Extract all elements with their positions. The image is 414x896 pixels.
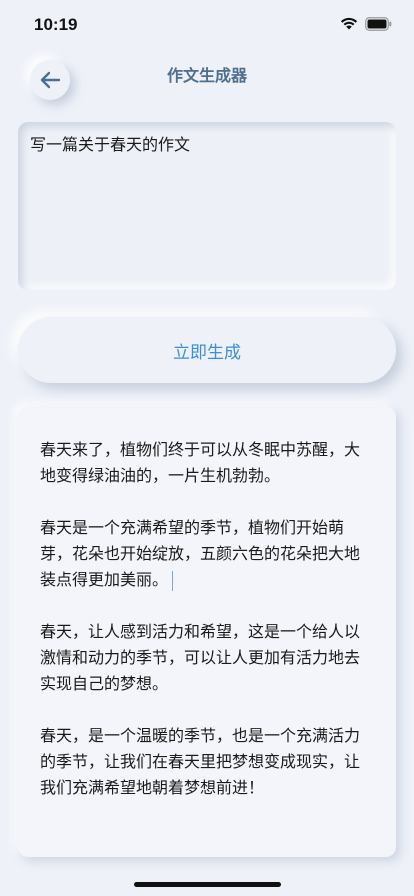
home-indicator[interactable] (134, 882, 281, 887)
essay-paragraph: 春天，让人感到活力和希望，这是一个给人以激情和动力的季节，可以让人更加有活力地去… (40, 622, 361, 693)
generate-button-label: 立即生成 (173, 342, 241, 363)
prompt-input-value: 写一篇关于春天的作文 (30, 135, 191, 154)
essay-paragraph: 春天，是一个温暖的季节，也是一个充满活力的季节，让我们在春天里把梦想变成现实，让… (40, 726, 361, 797)
battery-icon (365, 16, 392, 31)
status-time: 10:19 (34, 15, 78, 34)
essay-paragraph: 春天是一个充满希望的季节，植物们开始萌芽，花朵也开始绽放，五颜六色的花朵把大地装… (40, 515, 374, 593)
app-screen: 10:19 作文生成器 写一篇关于春天的作文 立即生成 春天来了，植物们终于可以… (0, 0, 414, 896)
essay-paragraph-text: 春天是一个充满希望的季节，植物们开始萌芽，花朵也开始绽放，五颜六色的花朵把大地装… (40, 518, 361, 589)
generate-button[interactable]: 立即生成 (18, 317, 396, 383)
essay-paragraph: 春天来了，植物们终于可以从冬眠中苏醒，大地变得绿油油的，一片生机勃勃。 (40, 440, 361, 485)
wifi-icon (340, 17, 358, 30)
status-icons (339, 16, 392, 31)
prompt-input[interactable]: 写一篇关于春天的作文 (18, 122, 396, 290)
status-bar: 10:19 (0, 0, 414, 48)
text-cursor (172, 570, 174, 591)
page-title: 作文生成器 (166, 66, 247, 85)
essay-output[interactable]: 春天来了，植物们终于可以从冬眠中苏醒，大地变得绿油油的，一片生机勃勃。 春天是一… (18, 407, 396, 857)
